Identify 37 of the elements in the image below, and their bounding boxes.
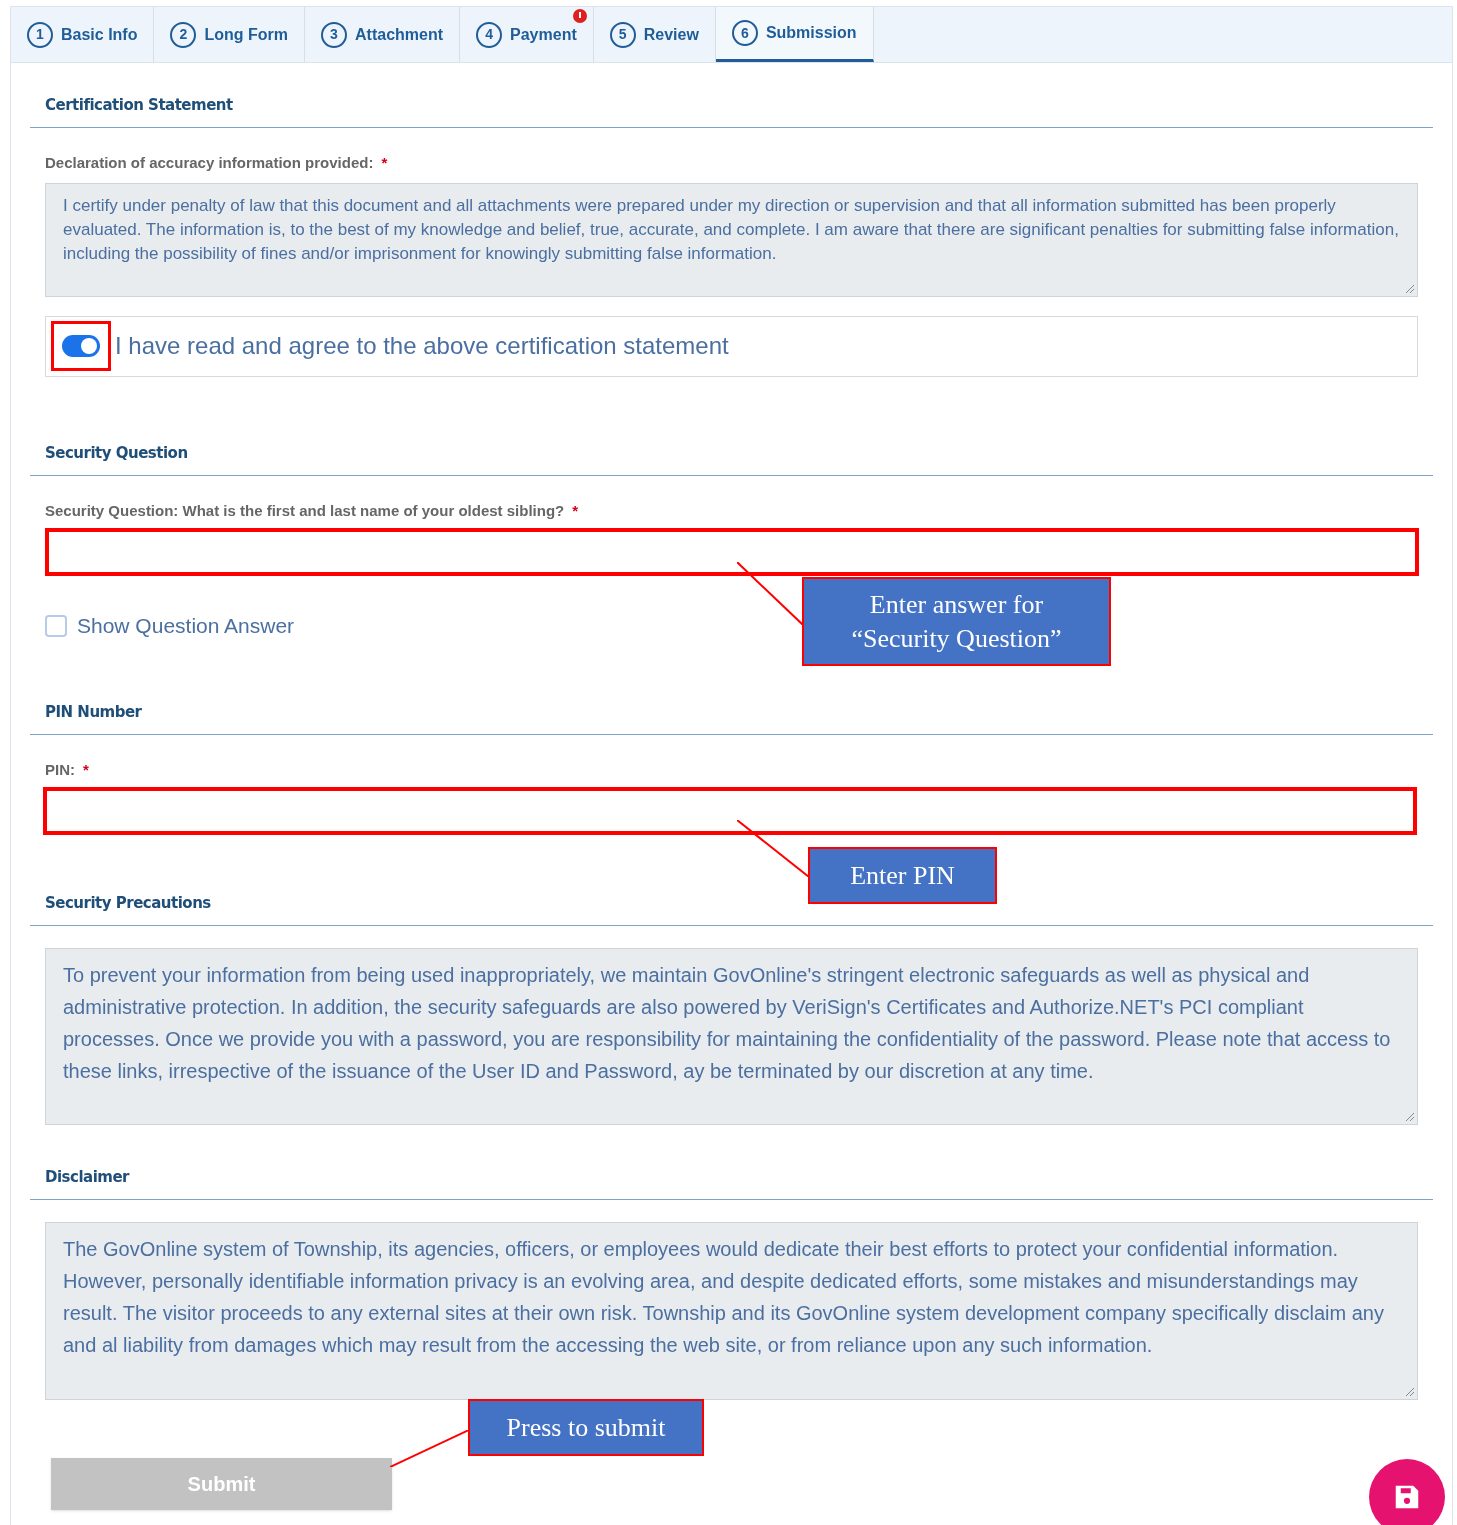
save-button[interactable] xyxy=(1369,1459,1445,1525)
section-heading: Certification Statement xyxy=(45,96,233,114)
statement-text: To prevent your information from being used inappropriately, we maintain GovOnline's stringent electronic safeguards as well as physical and administrative protection. In addition, the security safeguards are also powered by VeriSign's Certificates and Authorize.NET's PCI compliant processes. Once we provide you with a password, you are responsibility for maintaining the confidentiality of the password. Please note that access to these links, irrespective of the issuance of the User ID and Password, ay be terminated by our discretion at any time. xyxy=(63,963,1392,1084)
required-mark: * xyxy=(381,153,388,173)
step-tab[interactable]: 5 Review xyxy=(593,7,716,62)
required-mark: * xyxy=(572,500,579,521)
agreement-text: I have read and agree to the above certification statement xyxy=(115,331,729,361)
answer-field[interactable] xyxy=(45,528,1419,576)
step-tab[interactable]: 4 Payment xyxy=(460,7,594,62)
leader-line xyxy=(737,562,803,625)
section-heading: Security Question xyxy=(45,443,188,462)
statement-text: The GovOnline system of Township, its agencies, officers, or employees would dedicate their best efforts to protect your confidential information. However, personally identifiable information privacy is an evolving area, and despite dedicated efforts, some mistakes and misunderstandings may result. The visitor proceeds to any external sites at their own risk. Township and its GovOnline system development company specifically disclaim any and al liability from damages which may result from the accessing the web site, or from reliance upon any such information. xyxy=(63,1237,1385,1358)
field-label: Security Question: What is the first and last name of your oldest sibling? xyxy=(45,500,565,521)
resize-handle-icon xyxy=(1403,1385,1415,1397)
statement-text: I certify under penalty of law that this document and all attachments were prepared under my direction or supervision and that all information submitted has been properly evaluated. The information is, to the best of my knowledge and belief, true, accurate, and complete. I am aware that there are significant penalties for submitting false information, including the possibility of fines and/or imprisonment for knowingly submitting false information. xyxy=(63,194,1400,265)
agree-toggle[interactable] xyxy=(62,335,100,357)
section-heading: Disclaimer xyxy=(45,1168,130,1186)
section-heading: Security Precautions xyxy=(45,894,211,912)
step-tab[interactable]: 1 Basic Info xyxy=(11,7,155,62)
field-label: Declaration of accuracy information provided: xyxy=(45,153,374,173)
section-heading: PIN Number xyxy=(45,702,142,721)
callout-label: Press to submit xyxy=(468,1399,704,1456)
pin-field[interactable] xyxy=(43,787,1417,835)
text-area[interactable] xyxy=(45,948,1418,1125)
leader-line xyxy=(737,820,809,877)
text-area[interactable] xyxy=(45,182,1418,297)
callout-label: Enter PIN xyxy=(808,847,997,904)
required-mark: * xyxy=(83,759,89,780)
step-tab[interactable]: 2 Long Form xyxy=(154,7,305,62)
resize-handle-icon xyxy=(1403,1110,1415,1122)
checkbox-label: Show Question Answer xyxy=(77,613,295,639)
callout-label: Enter answer for “Security Question” xyxy=(802,577,1111,666)
step-tab[interactable]: 3 Attachment xyxy=(305,7,461,62)
text-area[interactable] xyxy=(45,1222,1418,1400)
step-tab[interactable]: 6 Submission xyxy=(715,7,874,62)
field-label: PIN: xyxy=(45,759,75,780)
checkbox[interactable] xyxy=(45,614,67,637)
